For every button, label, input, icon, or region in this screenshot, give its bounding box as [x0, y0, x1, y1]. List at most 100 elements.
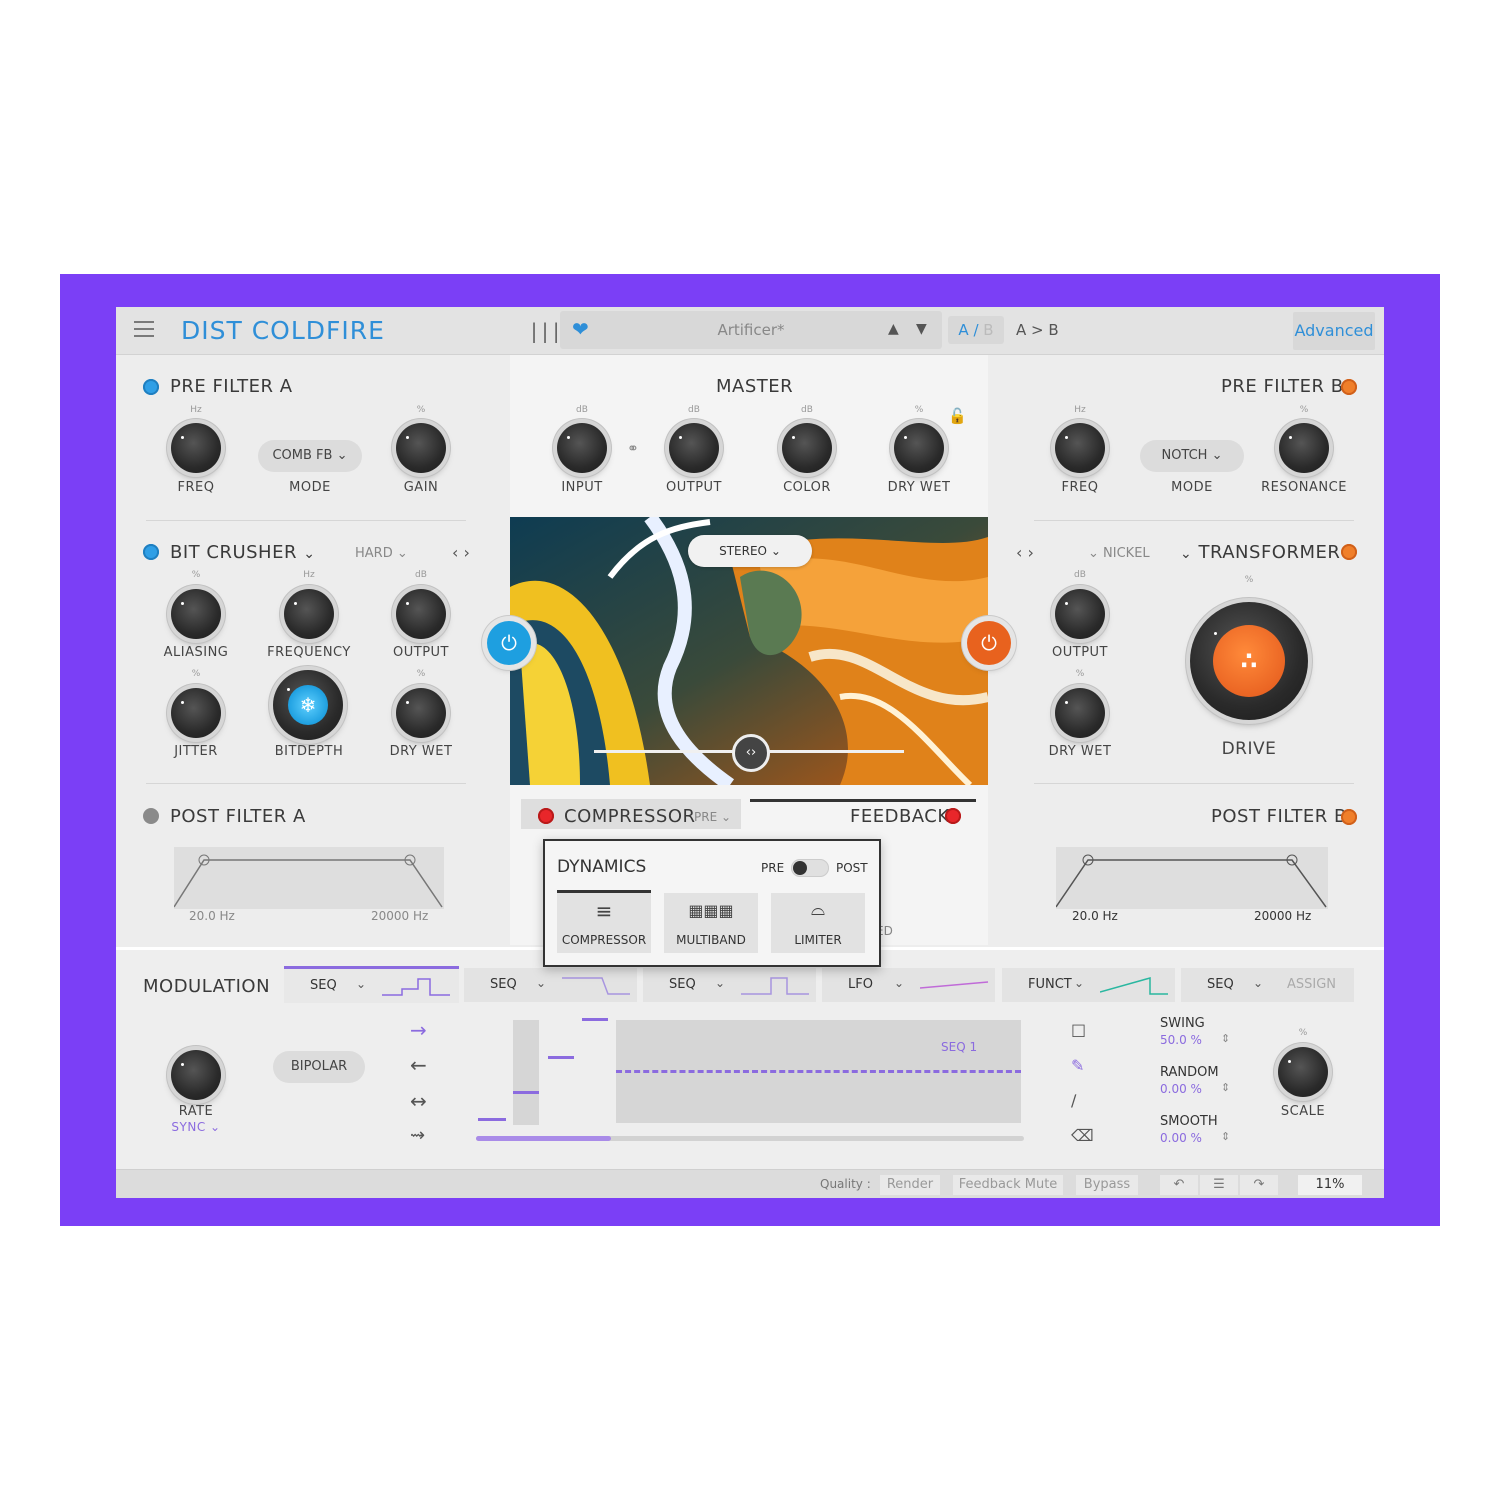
knob-label: DRY WET — [887, 480, 951, 495]
bit-crusher-drywet-knob[interactable] — [396, 688, 446, 738]
compressor-type-button[interactable]: ≡ COMPRESSOR — [557, 893, 651, 953]
bit-crusher-title[interactable]: BIT CRUSHER ⌄ — [170, 542, 315, 563]
post-filter-a-high[interactable]: 20000 Hz — [371, 909, 428, 923]
pre-filter-a-mode-dropdown[interactable]: COMB FB ⌄ — [258, 440, 362, 472]
compressor-position-dropdown[interactable]: PRE ⌄ — [694, 810, 731, 824]
previous-preset-icon[interactable]: ▲ — [888, 321, 899, 337]
transformer-output-knob[interactable] — [1055, 589, 1105, 639]
bit-crusher-type[interactable]: HARD ⌄ — [355, 546, 408, 561]
preset-name[interactable]: Artificer* — [560, 321, 942, 339]
mod-tab-4[interactable]: LFO ⌄ — [822, 968, 995, 1002]
ab-switch[interactable]: A / B — [948, 316, 1004, 344]
multiband-type-button[interactable]: ▦▦▦ MULTIBAND — [664, 893, 758, 953]
master-color-knob[interactable] — [782, 423, 832, 473]
pre-filter-b-resonance-knob[interactable] — [1279, 423, 1329, 473]
knob-label: OUTPUT — [1052, 645, 1108, 660]
arrow-right-icon[interactable]: → — [410, 1018, 427, 1042]
smooth-value[interactable]: 0.00 % — [1160, 1131, 1202, 1145]
pre-post-toggle[interactable] — [791, 859, 829, 877]
rate-sync-dropdown[interactable]: SYNC ⌄ — [136, 1120, 256, 1134]
stepper-icon[interactable]: ⇕ — [1221, 1032, 1230, 1045]
post-filter-b-low[interactable]: 20.0 Hz — [1072, 909, 1118, 923]
bipolar-button[interactable]: BIPOLAR — [273, 1051, 365, 1083]
next-preset-icon[interactable]: ▼ — [916, 321, 927, 337]
mod-tab-5[interactable]: FUNCT ⌄ — [1002, 968, 1175, 1002]
pre-filter-a-freq-knob[interactable] — [171, 423, 221, 473]
random-arrow-icon[interactable]: ⇝ — [410, 1125, 425, 1146]
limiter-type-button[interactable]: ⌓ LIMITER — [771, 893, 865, 953]
bit-crusher-output-knob[interactable] — [396, 589, 446, 639]
link-icon[interactable]: ⚭ — [627, 441, 639, 457]
swing-value[interactable]: 50.0 % — [1160, 1033, 1202, 1047]
mod-tab-1[interactable]: SEQ ⌄ — [284, 966, 459, 1003]
post-filter-b-display[interactable] — [1055, 847, 1328, 909]
stepper-icon[interactable]: ⇕ — [1221, 1081, 1230, 1094]
mod-tab-2[interactable]: SEQ ⌄ — [464, 968, 637, 1002]
prev-next-arrows-icon[interactable]: ‹ › — [1016, 543, 1034, 562]
frequency-knob[interactable] — [284, 589, 334, 639]
feedback-power[interactable] — [945, 808, 961, 824]
right-power-button[interactable]: ⏻ — [967, 621, 1011, 665]
knob-label: MODE — [289, 480, 331, 495]
stereo-dropdown[interactable]: STEREO ⌄ — [688, 535, 812, 567]
scale-knob[interactable] — [1278, 1047, 1328, 1097]
bit-crusher-power[interactable] — [143, 544, 159, 560]
ab-b[interactable]: B — [983, 321, 993, 339]
seq-step-value — [582, 1018, 608, 1021]
preset-browser[interactable]: ❤ Artificer* ▲ ▼ — [560, 311, 942, 349]
pre-filter-a-power[interactable] — [143, 379, 159, 395]
seq-step[interactable] — [513, 1020, 539, 1125]
pre-filter-a-title: PRE FILTER A — [170, 376, 293, 397]
transformer-power[interactable] — [1341, 544, 1357, 560]
unit-label: Hz — [190, 405, 202, 415]
master-drywet-knob[interactable] — [894, 423, 944, 473]
line-tool-icon[interactable]: ∕ — [1071, 1091, 1076, 1110]
aliasing-knob[interactable] — [171, 589, 221, 639]
pencil-icon[interactable]: ✎ — [1071, 1056, 1084, 1075]
unit-label: % — [1298, 1028, 1308, 1038]
menu-icon[interactable] — [134, 321, 154, 337]
render-button[interactable]: Render — [880, 1175, 940, 1195]
redo-icon[interactable]: ↷ — [1240, 1175, 1278, 1195]
pre-filter-b-power[interactable] — [1341, 379, 1357, 395]
advanced-button[interactable]: Advanced — [1293, 312, 1375, 350]
master-input-knob[interactable] — [557, 423, 607, 473]
tab-label: FUNCT — [1028, 977, 1072, 992]
post-filter-b-power[interactable] — [1341, 809, 1357, 825]
history-icon[interactable]: ☰ — [1200, 1175, 1238, 1195]
pre-filter-a-gain-knob[interactable] — [396, 423, 446, 473]
assign-label[interactable]: ASSIGN — [1287, 977, 1336, 992]
transformer-title[interactable]: ⌄ TRANSFORMER — [1180, 542, 1340, 563]
undo-icon[interactable]: ↶ — [1160, 1175, 1198, 1195]
pre-filter-b-freq-knob[interactable] — [1055, 423, 1105, 473]
morph-slider-handle[interactable]: ‹› — [732, 734, 770, 772]
eraser-icon[interactable]: ⌫ — [1071, 1126, 1094, 1145]
transformer-type[interactable]: ⌄ NICKEL — [1088, 546, 1150, 561]
compressor-power[interactable] — [538, 808, 554, 824]
a-to-b-button[interactable]: A > B — [1016, 321, 1059, 339]
left-power-button[interactable]: ⏻ — [487, 621, 531, 665]
transformer-drywet-knob[interactable] — [1055, 688, 1105, 738]
arrow-left-icon[interactable]: ← — [410, 1053, 427, 1077]
arrow-both-icon[interactable]: ↔ — [410, 1089, 427, 1113]
lock-icon[interactable]: 🔓 — [948, 407, 967, 425]
mod-tab-3[interactable]: SEQ ⌄ — [643, 968, 816, 1002]
pre-filter-b-mode-dropdown[interactable]: NOTCH ⌄ — [1140, 440, 1244, 472]
rate-knob[interactable] — [171, 1050, 221, 1100]
post-filter-a-power[interactable] — [143, 808, 159, 824]
prev-next-arrows-icon[interactable]: ‹ › — [452, 543, 470, 562]
new-pattern-icon[interactable]: □ — [1071, 1020, 1086, 1039]
stepper-icon[interactable]: ⇕ — [1221, 1130, 1230, 1143]
bypass-button[interactable]: Bypass — [1076, 1175, 1138, 1195]
post-filter-b-high[interactable]: 20000 Hz — [1254, 909, 1311, 923]
random-value[interactable]: 0.00 % — [1160, 1082, 1202, 1096]
jitter-knob[interactable] — [171, 688, 221, 738]
feedback-mute-button[interactable]: Feedback Mute — [953, 1175, 1063, 1195]
master-output-knob[interactable] — [669, 423, 719, 473]
post-filter-a-display[interactable] — [173, 847, 444, 909]
ab-a[interactable]: A — [958, 321, 968, 339]
post-filter-a-low[interactable]: 20.0 Hz — [189, 909, 235, 923]
seq-scroll-thumb[interactable] — [476, 1136, 611, 1141]
mod-tab-6[interactable]: SEQ ⌄ ASSIGN — [1181, 968, 1354, 1002]
unit-label: % — [191, 570, 201, 580]
